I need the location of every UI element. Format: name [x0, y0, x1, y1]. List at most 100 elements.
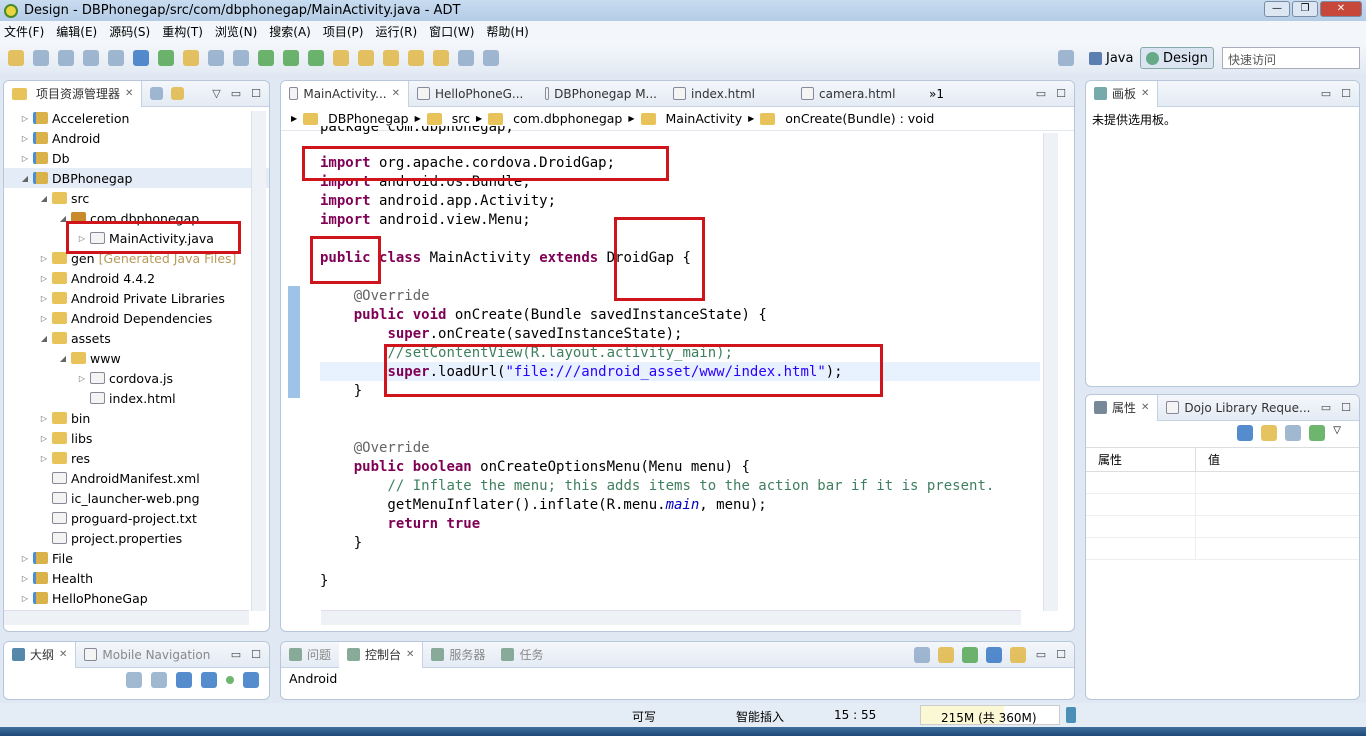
editor-vertical-scrollbar[interactable] — [1043, 133, 1058, 611]
expand-toggle-icon[interactable]: ◢ — [39, 194, 49, 203]
close-icon[interactable]: ✕ — [1141, 88, 1149, 99]
sort-icon[interactable] — [151, 672, 167, 688]
tree-item[interactable]: ▷ libs — [4, 428, 269, 448]
debug-icon[interactable] — [258, 50, 274, 66]
pin-console-icon[interactable] — [962, 647, 978, 663]
back-icon[interactable] — [433, 50, 449, 66]
expand-toggle-icon[interactable]: ▷ — [39, 254, 49, 263]
expand-toggle-icon[interactable]: ▷ — [39, 274, 49, 283]
breadcrumb-item[interactable]: onCreate(Bundle) : void — [785, 111, 934, 126]
breadcrumb-arrow-icon[interactable]: ▶ — [748, 114, 754, 123]
breadcrumb-item[interactable]: DBPhonegap — [328, 111, 408, 126]
maximize-icon[interactable]: ☐ — [1056, 87, 1066, 100]
editor-tab[interactable]: DBPhonegap M... — [537, 81, 665, 107]
menu-item[interactable]: 文件(F) — [4, 23, 44, 40]
editor-tab[interactable]: index.html — [665, 81, 793, 107]
code-line[interactable]: @Override — [320, 287, 430, 306]
hide-fields-icon[interactable] — [176, 672, 192, 688]
collapse-all-icon[interactable] — [150, 87, 164, 100]
menu-item[interactable]: 搜索(A) — [269, 23, 311, 40]
tab-project-explorer[interactable]: 项目资源管理器 ✕ — [4, 81, 143, 107]
minimize-button[interactable]: — — [1264, 1, 1290, 17]
link-editor-icon[interactable] — [171, 87, 185, 100]
save-all-icon[interactable] — [58, 50, 74, 66]
minimize-icon[interactable]: ▭ — [231, 648, 241, 661]
code-line[interactable]: package com.dbphonegap; — [320, 126, 514, 136]
tree-item[interactable]: ▷ File — [4, 548, 269, 568]
tree-item[interactable]: ◢ src — [4, 188, 269, 208]
breadcrumb-item[interactable]: MainActivity — [666, 111, 743, 126]
minimize-icon[interactable]: ▭ — [1036, 87, 1046, 100]
run-icon[interactable] — [283, 50, 299, 66]
menu-item[interactable]: 帮助(H) — [486, 23, 528, 40]
hide-static-icon[interactable] — [201, 672, 217, 688]
menu-item[interactable]: 重构(T) — [162, 23, 203, 40]
tree-item[interactable]: ▷ res — [4, 448, 269, 468]
pencil-icon[interactable] — [358, 50, 374, 66]
expand-toggle-icon[interactable]: ▷ — [77, 374, 87, 383]
perspective-java[interactable]: Java — [1084, 47, 1138, 69]
explorer-vertical-scrollbar[interactable] — [251, 111, 266, 611]
next-annotation-icon[interactable] — [383, 50, 399, 66]
forward-icon[interactable] — [458, 50, 474, 66]
close-icon[interactable]: ✕ — [125, 88, 133, 99]
collapse-icon[interactable] — [126, 672, 142, 688]
previous-annotation-icon[interactable] — [408, 50, 424, 66]
tree-item[interactable]: ▷ Android Private Libraries — [4, 288, 269, 308]
code-line[interactable]: } — [320, 572, 328, 591]
code-line[interactable]: import android.app.Activity; — [320, 192, 556, 211]
close-icon[interactable]: ✕ — [392, 88, 400, 99]
heap-status[interactable]: 215M (共 360M) — [920, 705, 1060, 725]
console-tab[interactable]: 服务器 — [423, 642, 493, 668]
expand-toggle-icon[interactable]: ▷ — [20, 554, 30, 563]
block-selection-icon[interactable] — [208, 50, 224, 66]
expand-toggle-icon[interactable]: ▷ — [20, 574, 30, 583]
maximize-button[interactable]: ❐ — [1292, 1, 1318, 17]
maximize-icon[interactable]: ☐ — [251, 648, 261, 661]
hide-local-types-icon[interactable] — [243, 672, 259, 688]
tree-item[interactable]: ◢ assets — [4, 328, 269, 348]
breadcrumb-arrow-icon[interactable]: ▶ — [291, 114, 297, 123]
toggle-mark-occurrences-icon[interactable] — [158, 50, 174, 66]
clear-console-icon[interactable] — [914, 647, 930, 663]
tree-item[interactable]: index.html — [4, 388, 269, 408]
expand-toggle-icon[interactable]: ▷ — [39, 434, 49, 443]
expand-toggle-icon[interactable]: ▷ — [20, 114, 30, 123]
tree-item[interactable]: ▷ Android — [4, 128, 269, 148]
tab-palette[interactable]: 画板 ✕ — [1086, 81, 1159, 107]
tab-outline[interactable]: 大纲 ✕ — [4, 642, 77, 668]
show-whitespace-icon[interactable] — [233, 50, 249, 66]
pin-icon[interactable] — [483, 50, 499, 66]
maximize-icon[interactable]: ☐ — [1341, 87, 1351, 100]
tree-item[interactable]: ▷ bin — [4, 408, 269, 428]
code-line[interactable]: super.onCreate(savedInstanceState); — [320, 325, 682, 344]
close-icon[interactable]: ✕ — [59, 649, 67, 660]
expand-toggle-icon[interactable]: ▷ — [20, 594, 30, 603]
code-line[interactable]: } — [320, 534, 362, 553]
minimize-icon[interactable]: ▭ — [1036, 648, 1046, 661]
console-tab[interactable]: 任务 — [493, 642, 551, 668]
open-perspective-icon[interactable] — [1058, 50, 1074, 66]
display-console-icon[interactable] — [986, 647, 1002, 663]
tab-mobile-navigation[interactable]: Mobile Navigation — [76, 642, 218, 668]
expand-toggle-icon[interactable]: ▷ — [39, 314, 49, 323]
tree-item[interactable]: project.properties — [4, 528, 269, 548]
editor-tab[interactable]: camera.html — [793, 81, 921, 107]
editor-tab[interactable]: HelloPhoneG... — [409, 81, 537, 107]
help-icon[interactable] — [133, 50, 149, 66]
expand-toggle-icon[interactable]: ◢ — [39, 334, 49, 343]
new-icon[interactable] — [8, 50, 24, 66]
tree-item[interactable]: ▷ Db — [4, 148, 269, 168]
menu-item[interactable]: 项目(P) — [323, 23, 364, 40]
breadcrumb-item[interactable]: src — [452, 111, 470, 126]
code-line[interactable]: public boolean onCreateOptionsMenu(Menu … — [320, 458, 750, 477]
console-tab[interactable]: 控制台 ✕ — [339, 642, 424, 668]
tab-dojo-library[interactable]: Dojo Library Reque... — [1158, 395, 1318, 421]
view-menu-icon[interactable]: ▽ — [212, 87, 220, 100]
advanced-icon[interactable] — [1261, 425, 1278, 441]
expand-toggle-icon[interactable]: ▷ — [39, 414, 49, 423]
expand-toggle-icon[interactable]: ◢ — [58, 354, 68, 363]
breadcrumb-arrow-icon[interactable]: ▶ — [415, 114, 421, 123]
expand-toggle-icon[interactable]: ◢ — [20, 174, 30, 183]
close-icon[interactable]: ✕ — [406, 649, 414, 660]
